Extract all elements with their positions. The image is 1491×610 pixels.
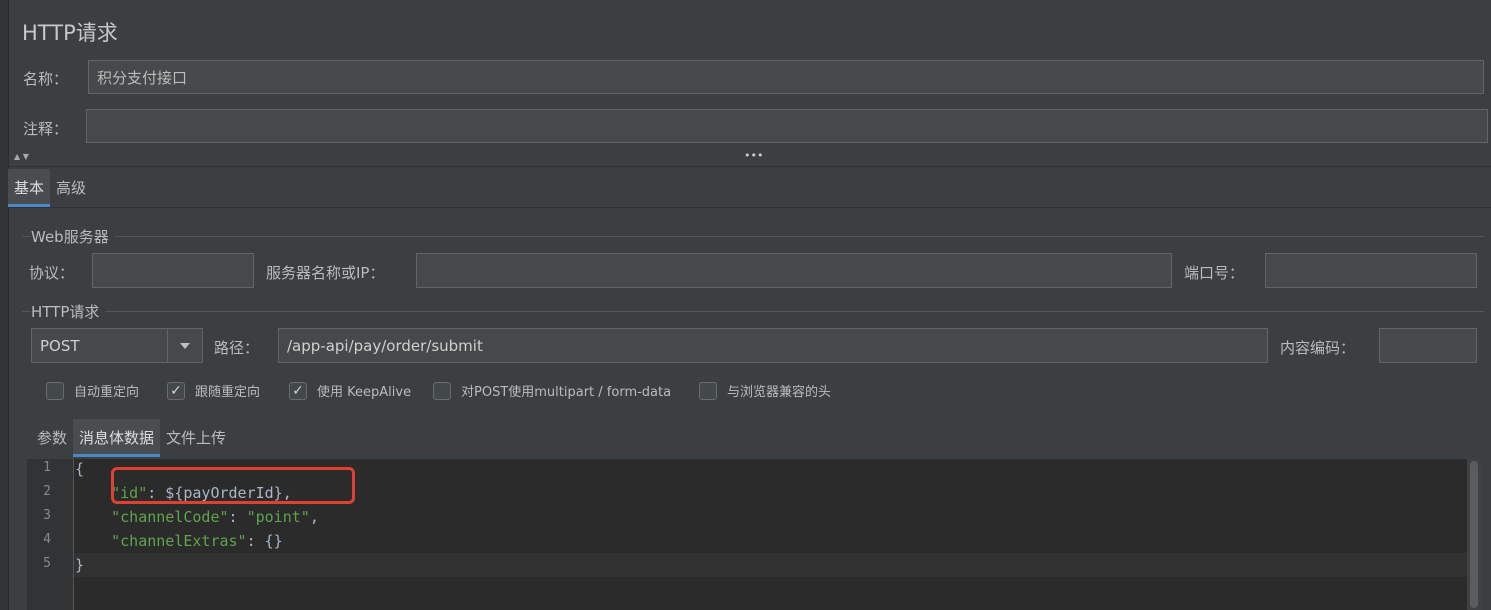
json-key: "channelExtras"	[111, 532, 247, 550]
tab-files-upload[interactable]: 文件上传	[160, 419, 232, 457]
line-number: 3	[43, 508, 51, 523]
scrollbar-thumb[interactable]	[1470, 461, 1478, 608]
comment-label: 注释：	[23, 120, 69, 138]
web-server-group-title: Web服务器	[31, 226, 115, 247]
checkbox-browser-compatible-headers[interactable]: 与浏览器兼容的头	[699, 381, 831, 400]
checkbox-keepalive[interactable]: ✓ 使用 KeepAlive	[289, 381, 411, 400]
dropdown-arrow-icon[interactable]	[167, 329, 202, 362]
method-select[interactable]: POST	[31, 328, 203, 363]
tabs-divider	[8, 207, 1491, 208]
tab-advanced[interactable]: 高级	[50, 169, 92, 207]
line-number: 1	[43, 460, 51, 475]
method-value: POST	[40, 336, 80, 355]
path-input[interactable]: /app-api/pay/order/submit	[278, 328, 1268, 363]
checkbox-label: 自动重定向	[74, 385, 140, 400]
code-token: : {}	[246, 532, 283, 550]
checkbox-box[interactable]: ✓	[167, 381, 185, 400]
tab-parameters[interactable]: 参数	[31, 419, 73, 457]
code-token: :	[228, 508, 247, 526]
port-input[interactable]	[1265, 253, 1477, 288]
name-label: 名称：	[23, 70, 69, 88]
line-number-gutter: 1 2 3 4 5	[27, 459, 74, 610]
page-title: HTTP请求	[22, 21, 118, 45]
code-line-1: {	[75, 457, 84, 481]
http-request-group-title: HTTP请求	[31, 301, 106, 322]
encoding-label: 内容编码：	[1280, 339, 1356, 357]
server-input[interactable]	[416, 253, 1172, 288]
name-input[interactable]: 积分支付接口	[88, 60, 1484, 94]
line-number: 4	[43, 532, 51, 547]
left-edge-strip	[0, 0, 9, 610]
code-token: {	[75, 460, 85, 478]
checkbox-label: 跟随重定向	[195, 385, 261, 400]
collapse-arrows-icon[interactable]: ▲ ▼	[14, 152, 29, 161]
divider	[8, 166, 1491, 167]
checkbox-label: 对POST使用multipart / form-data	[461, 385, 672, 400]
checkbox-multipart[interactable]: 对POST使用multipart / form-data	[433, 381, 671, 400]
comment-input[interactable]	[86, 109, 1488, 143]
protocol-label: 协议：	[29, 264, 75, 282]
body-tabs: 参数 消息体数据 文件上传	[31, 419, 232, 457]
annotation-highlight-box	[111, 467, 355, 504]
current-line-highlight	[74, 553, 1470, 577]
code-line-4: "channelExtras": {}	[75, 529, 283, 553]
line-number: 2	[43, 484, 51, 499]
checkbox-box[interactable]	[46, 381, 64, 400]
checkbox-label: 与浏览器兼容的头	[727, 385, 832, 400]
splitter-bar[interactable]: ▲ ▼ •••	[8, 149, 1491, 166]
tab-basic[interactable]: 基本	[8, 169, 51, 207]
checkbox-label: 使用 KeepAlive	[317, 385, 412, 400]
protocol-input[interactable]	[92, 253, 254, 288]
line-number: 5	[43, 556, 51, 571]
checkbox-box[interactable]	[433, 381, 451, 400]
code-line-5: }	[75, 553, 84, 577]
checkbox-auto-redirect[interactable]: 自动重定向	[46, 381, 139, 400]
editor-scrollbar[interactable]	[1467, 459, 1481, 610]
splitter-grip-icon[interactable]: •••	[744, 149, 763, 162]
checkbox-box[interactable]	[699, 381, 717, 400]
code-token: }	[75, 556, 85, 574]
json-key: "channelCode"	[111, 508, 229, 526]
main-tabs: 基本 高级	[8, 169, 92, 207]
tab-body-data[interactable]: 消息体数据	[73, 419, 161, 457]
web-server-group-border	[22, 236, 1484, 237]
code-token: ,	[309, 508, 319, 526]
checkbox-box[interactable]: ✓	[289, 381, 307, 400]
checkbox-follow-redirects[interactable]: ✓ 跟随重定向	[167, 381, 260, 400]
encoding-input[interactable]	[1379, 328, 1477, 363]
path-label: 路径：	[214, 339, 260, 357]
code-line-3: "channelCode": "point",	[75, 505, 319, 529]
port-label: 端口号：	[1184, 264, 1245, 282]
server-label: 服务器名称或IP：	[266, 264, 385, 282]
http-request-group-border	[22, 311, 1484, 312]
json-string-value: "point"	[246, 508, 310, 526]
